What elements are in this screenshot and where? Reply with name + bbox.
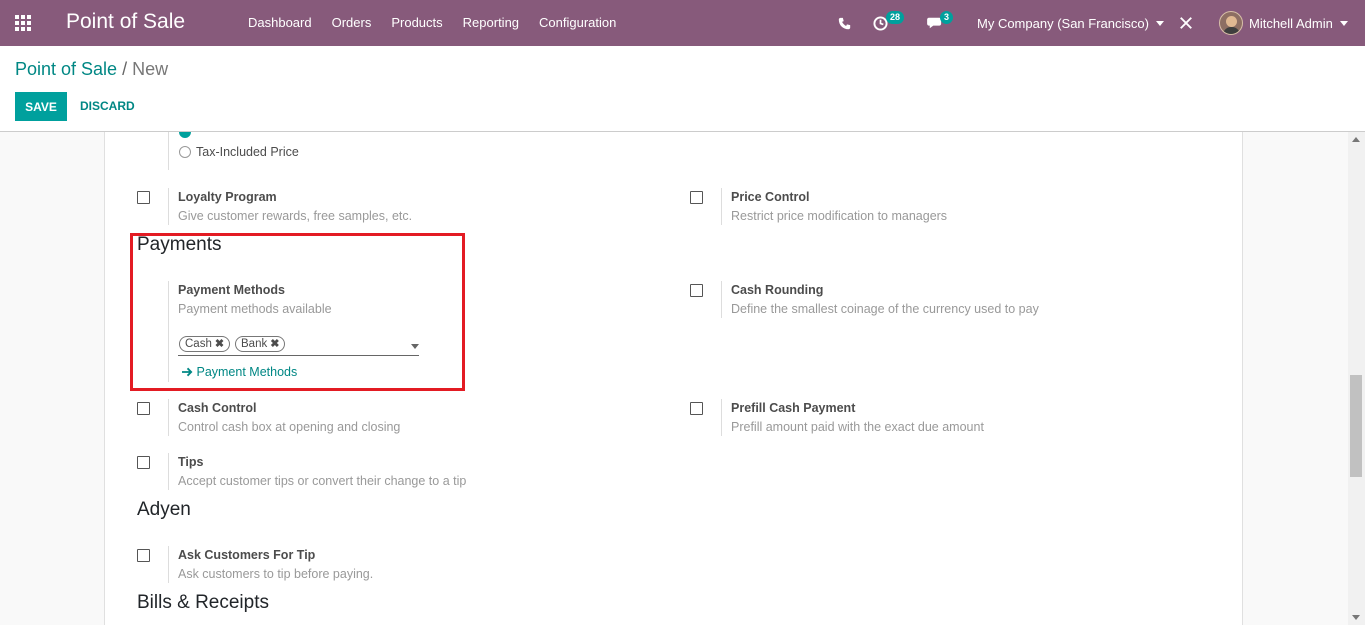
setting-divider (168, 188, 169, 225)
cash-control-desc: Control cash box at opening and closing (178, 420, 401, 434)
setting-divider (168, 132, 169, 170)
adyen-section-title: Adyen (137, 499, 191, 520)
setting-divider (168, 399, 169, 436)
top-navbar: Point of Sale Dashboard Orders Products … (0, 0, 1365, 46)
radio-tax-included[interactable] (179, 146, 191, 158)
setting-divider (721, 188, 722, 225)
tax-included-label: Tax-Included Price (196, 145, 299, 159)
scroll-down-arrow-icon[interactable] (1352, 615, 1360, 620)
loyalty-program-desc: Give customer rewards, free samples, etc… (178, 209, 413, 223)
menu-products[interactable]: Products (391, 15, 442, 30)
activity-count-badge: 28 (886, 11, 905, 24)
setting-divider (721, 399, 722, 436)
app-brand[interactable]: Point of Sale (66, 10, 185, 34)
message-count-badge: 3 (940, 11, 954, 24)
prefill-cash-payment-desc: Prefill amount paid with the exact due a… (731, 420, 984, 434)
loyalty-program-title: Loyalty Program (178, 190, 277, 204)
price-control-desc: Restrict price modification to managers (731, 209, 948, 223)
breadcrumb-separator: / (122, 59, 128, 79)
scroll-up-arrow-icon[interactable] (1352, 137, 1360, 142)
chevron-down-icon (1339, 20, 1348, 26)
cash-control-title: Cash Control (178, 401, 257, 415)
cash-rounding-title: Cash Rounding (731, 283, 824, 297)
breadcrumb-parent[interactable]: Point of Sale (15, 59, 117, 79)
cash-rounding-checkbox[interactable] (690, 284, 703, 297)
tips-title: Tips (178, 455, 204, 469)
user-avatar (1219, 11, 1243, 35)
activity-clock-icon[interactable]: 28 (873, 0, 905, 46)
user-menu[interactable]: Mitchell Admin (1219, 0, 1348, 46)
save-button[interactable]: SAVE (15, 92, 67, 121)
phone-icon[interactable] (838, 0, 851, 46)
apps-menu-icon[interactable] (15, 15, 32, 31)
main-menu: Dashboard Orders Products Reporting Conf… (248, 15, 636, 30)
cash-control-checkbox[interactable] (137, 402, 150, 415)
setting-divider (721, 281, 722, 318)
price-control-title: Price Control (731, 190, 810, 204)
tips-desc: Accept customer tips or convert their ch… (178, 474, 467, 488)
setting-divider (168, 546, 169, 583)
loyalty-program-checkbox[interactable] (137, 191, 150, 204)
bills-receipts-section-title: Bills & Receipts (137, 592, 269, 613)
user-name: Mitchell Admin (1249, 15, 1333, 31)
setting-divider (168, 453, 169, 490)
ask-customers-tip-title: Ask Customers For Tip (178, 548, 316, 562)
vertical-scrollbar[interactable] (1348, 132, 1365, 625)
payments-highlight-box (130, 233, 465, 391)
breadcrumb: Point of Sale / New (15, 59, 168, 80)
chevron-down-icon (1155, 20, 1164, 26)
prefill-cash-payment-title: Prefill Cash Payment (731, 401, 856, 415)
menu-configuration[interactable]: Configuration (539, 15, 616, 30)
ask-customers-tip-checkbox[interactable] (137, 549, 150, 562)
breadcrumb-current: New (132, 59, 169, 79)
ask-customers-tip-desc: Ask customers to tip before paying. (178, 567, 374, 581)
price-control-checkbox[interactable] (690, 191, 703, 204)
discard-button[interactable]: DISCARD (80, 92, 135, 121)
control-panel: Point of Sale / New SAVE DISCARD (0, 46, 1365, 132)
radio-tax-excluded[interactable] (179, 132, 191, 138)
messages-chat-icon[interactable]: 3 (927, 0, 954, 46)
prefill-cash-payment-checkbox[interactable] (690, 402, 703, 415)
company-name: My Company (San Francisco) (977, 15, 1149, 31)
menu-orders[interactable]: Orders (332, 15, 372, 30)
debug-tools-icon[interactable] (1179, 0, 1193, 46)
tips-checkbox[interactable] (137, 456, 150, 469)
menu-reporting[interactable]: Reporting (463, 15, 519, 30)
menu-dashboard[interactable]: Dashboard (248, 15, 312, 30)
scrollbar-thumb[interactable] (1350, 375, 1362, 477)
company-switcher[interactable]: My Company (San Francisco) (977, 0, 1164, 46)
cash-rounding-desc: Define the smallest coinage of the curre… (731, 302, 1039, 316)
